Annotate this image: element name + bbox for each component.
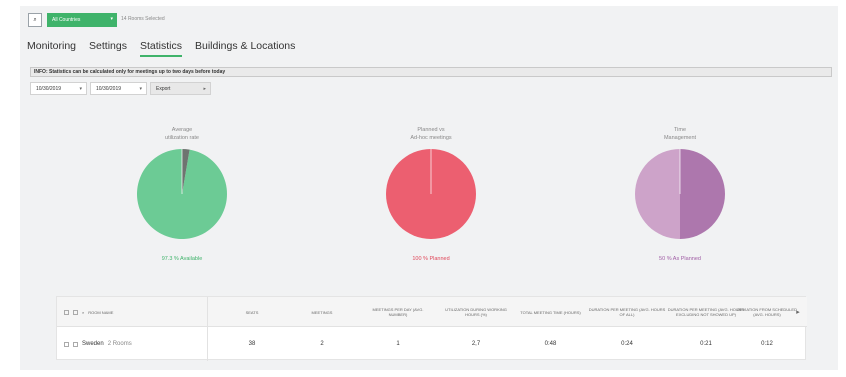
chart-title: Time Management [615, 126, 745, 142]
row-checkbox[interactable] [73, 341, 78, 347]
tab-buildings-locations[interactable]: Buildings & Locations [195, 40, 295, 57]
header-meetings-per-day: MEETINGS PER DAY (AVG. NUMBER) [372, 307, 424, 317]
cell-total-meeting-time: 0:48 [544, 341, 557, 347]
tab-statistics[interactable]: Statistics [139, 40, 182, 57]
planned-chart: Planned vs Ad-hoc meetings 100 % Planned [366, 126, 496, 262]
chart-title: Planned vs Ad-hoc meetings [366, 126, 496, 142]
export-label: Export [156, 85, 171, 92]
chevron-right-icon[interactable]: ▸ [793, 301, 803, 323]
chart-title: Average utilization rate [117, 126, 247, 142]
top-bar: ⌕ All Countries ▾ 14 Rooms Selected Moni… [20, 6, 838, 57]
date-from-value: 10/30/2019 [36, 85, 62, 92]
chart-legend: 97.3 % Available [161, 256, 203, 262]
cell-utilization: 2,7 [471, 341, 481, 347]
tab-settings[interactable]: Settings [89, 40, 127, 57]
chart-title-line: Management [663, 135, 697, 141]
chevron-down-icon: ▾ [79, 86, 82, 92]
rooms-selected-text: 14 Rooms Selected [121, 16, 165, 22]
info-banner: INFO: Statistics can be calculated only … [30, 67, 832, 77]
header-duration-all: DURATION PER MEETING (AVG. HOURS OF ALL) [588, 307, 666, 317]
room-count: 2 Rooms [107, 341, 132, 347]
chevron-down-icon: ▾ [139, 86, 142, 92]
chevron-right-icon: ▸ [203, 86, 206, 92]
tab-bar: Monitoring Settings Statistics Buildings… [27, 40, 295, 57]
country-selector[interactable]: All Countries ▾ [47, 13, 117, 27]
cell-deviation: 0:12 [761, 341, 773, 347]
tab-monitoring[interactable]: Monitoring [27, 40, 76, 57]
chart-legend: 100 % Planned [412, 256, 450, 262]
chart-title-line: Ad-hoc meetings [410, 135, 452, 141]
planned-pie [386, 149, 476, 239]
search-icon: ⌕ [33, 16, 37, 23]
expand-icon[interactable] [64, 341, 69, 347]
chevron-down-icon: ▾ [110, 16, 113, 22]
chart-title-line: Time [673, 127, 687, 133]
cell-seats: 38 [248, 341, 256, 347]
cell-duration-all: 0:24 [621, 341, 633, 347]
header-meetings: MEETINGS [311, 309, 333, 315]
column-separator [207, 297, 208, 361]
room-statistics-table: ⌕ ROOM NAME SEATS MEETINGS MEETINGS PER … [56, 296, 807, 361]
cell-meetings-per-day: 1 [396, 341, 400, 347]
header-utilization: UTILIZATION DURING WORKING HOURS (%) [445, 307, 507, 317]
time-management-chart: Time Management 50 % As Planned [615, 126, 745, 262]
time-management-pie [635, 149, 725, 239]
statistics-panel: ⌕ All Countries ▾ 14 Rooms Selected Moni… [20, 6, 838, 370]
room-name-label: ROOM NAME [88, 309, 114, 315]
table-row-room[interactable]: Sweden 2 Rooms [64, 335, 199, 353]
date-to-value: 10/30/2019 [96, 85, 122, 92]
chart-title-line: Planned vs [417, 127, 445, 133]
export-button[interactable]: Export ▸ [150, 82, 211, 95]
date-to-select[interactable]: 10/30/2019 ▾ [90, 82, 147, 95]
chart-title-line: utilization rate [165, 135, 199, 141]
chart-legend: 50 % As Planned [659, 256, 701, 262]
room-name-header: ⌕ ROOM NAME [64, 301, 199, 323]
header-deviation: DEVIATION FROM SCHEDULED (AVG. HOURS) [737, 307, 797, 317]
search-button[interactable]: ⌕ [28, 13, 42, 27]
pie-slice [680, 149, 725, 239]
utilization-pie [137, 149, 227, 239]
date-from-select[interactable]: 10/30/2019 ▾ [30, 82, 87, 95]
chart-title-line: Average [171, 127, 193, 133]
room-name: Sweden [82, 341, 104, 347]
filters: 10/30/2019 ▾ 10/30/2019 ▾ Export ▸ [30, 82, 211, 95]
select-all-checkbox[interactable] [73, 309, 78, 315]
header-total-meeting-time: TOTAL MEETING TIME (HOURS) [520, 309, 581, 315]
header-seats: SEATS [245, 309, 259, 315]
collapse-icon[interactable] [64, 309, 69, 315]
utilization-chart: Average utilization rate 97.3 % Availabl… [117, 126, 247, 262]
country-label: All Countries [52, 17, 81, 23]
pie-slice [635, 149, 680, 239]
cell-meetings: 2 [320, 341, 324, 347]
table-header: ⌕ ROOM NAME SEATS MEETINGS MEETINGS PER … [57, 297, 807, 327]
search-icon[interactable]: ⌕ [82, 310, 84, 315]
